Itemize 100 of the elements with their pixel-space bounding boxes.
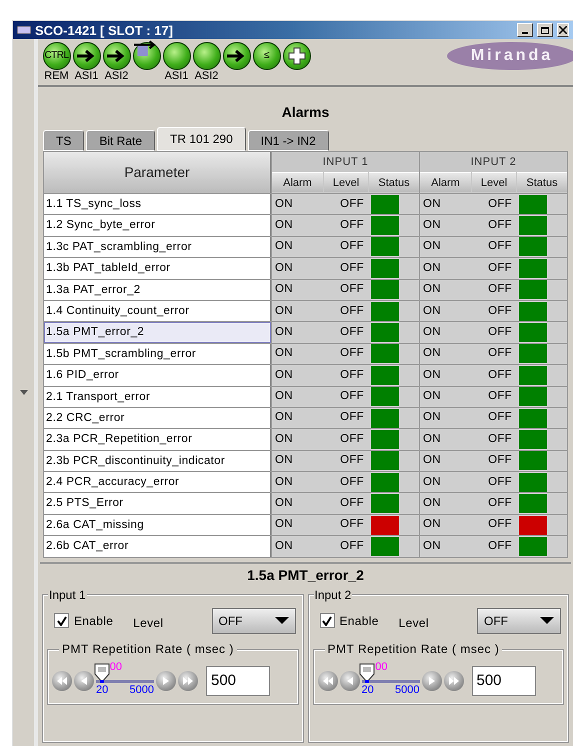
alarm-cell-text: ON (422, 196, 442, 212)
column-header[interactable]: Status (369, 172, 419, 192)
parameter-cell[interactable]: 2.3b PCR_discontinuity_indicator (44, 450, 271, 472)
alarm-cell-text: ON (422, 324, 442, 340)
indicator-label: REM (44, 70, 69, 82)
level-cell-text: OFF (339, 346, 365, 362)
alarm-cell-text: ON (422, 538, 442, 554)
tab[interactable]: TS (43, 130, 84, 151)
level-label: Level (398, 614, 429, 632)
parameter-cell[interactable]: 1.3b PAT_tableId_error (44, 258, 271, 279)
back-icon (346, 676, 352, 685)
alarm-cell-text: ON (422, 368, 442, 383)
level-cell-text: OFF (487, 432, 513, 447)
group-header: INPUT 1 (322, 155, 370, 170)
slider-thumb[interactable] (359, 662, 376, 683)
column-header[interactable]: Level (324, 172, 368, 192)
rate-input-field[interactable]: 500 (472, 666, 536, 696)
window-title: SCO-1421 [ SLOT : 17] (35, 24, 174, 36)
indicator-light[interactable]: ≤ (252, 42, 280, 70)
minimize-button[interactable] (517, 23, 533, 37)
rate-input-field[interactable]: 500 (206, 666, 270, 696)
column-header[interactable]: Status (517, 172, 567, 192)
tab[interactable]: Bit Rate (86, 130, 156, 151)
parameter-cell[interactable]: 2.4 PCR_accuracy_error (44, 472, 271, 492)
tab[interactable]: TR 101 290 (157, 127, 246, 151)
parameter-cell[interactable]: 2.6b CAT_error (44, 536, 271, 557)
parameter-cell[interactable]: 2.3a PCR_Repetition_error (44, 429, 271, 450)
alarm-cell-text: ON (422, 346, 442, 362)
alarm-cell-text: ON (274, 346, 294, 362)
level-cell-text: OFF (339, 496, 365, 512)
rewind-button[interactable] (52, 670, 72, 691)
forward-icon (428, 676, 434, 685)
parameter-cell[interactable]: 1.3c PAT_scrambling_error (44, 236, 271, 258)
level-cell-text: OFF (339, 260, 365, 276)
checkbox-label: Enable (340, 612, 379, 630)
level-cell-text: OFF (339, 410, 365, 426)
fast-forward-icon (448, 676, 458, 685)
parameter-cell[interactable]: 1.5b PMT_scrambling_error (44, 344, 271, 364)
alarm-cell-text: ON (274, 260, 294, 276)
rewind-button[interactable] (318, 670, 338, 691)
checkbox[interactable] (54, 613, 69, 628)
level-cell-text: OFF (339, 368, 365, 383)
alarm-cell-text: ON (422, 218, 442, 233)
level-cell-text: OFF (487, 260, 513, 276)
level-cell-text: OFF (339, 324, 365, 340)
alarm-cell-text: ON (422, 432, 442, 447)
maximize-button[interactable] (537, 23, 553, 37)
alarm-cell-text: ON (274, 218, 294, 233)
level-cell-text: OFF (487, 453, 513, 468)
fast-forward-icon (183, 676, 193, 685)
check-icon (56, 616, 66, 626)
alarm-cell-text: ON (274, 432, 294, 447)
column-header[interactable]: Parameter (44, 152, 271, 193)
indicator-label: ASI1 (74, 70, 98, 82)
slider-max-label: 5000 (395, 684, 420, 696)
fast-forward-button[interactable] (444, 670, 464, 691)
parameter-cell[interactable]: 1.1 TS_sync_loss (44, 194, 271, 214)
level-cell-text: OFF (339, 239, 365, 254)
alarm-cell-text: ON (422, 496, 442, 512)
parameter-cell[interactable]: 1.3a PAT_error_2 (44, 280, 271, 300)
alarm-cell-text: ON (274, 368, 294, 383)
parameter-cell[interactable]: 1.5a PMT_error_2 (44, 322, 271, 343)
level-cell-text: OFF (339, 538, 365, 554)
checkbox[interactable] (320, 613, 334, 628)
column-header[interactable]: Level (472, 172, 516, 192)
rewind-icon (322, 676, 332, 685)
slider-min-label: 20 (362, 684, 374, 696)
alarm-cell-text: ON (274, 282, 294, 298)
parameter-cell[interactable]: 1.6 PID_error (44, 365, 271, 386)
tab[interactable]: IN1 -> IN2 (248, 130, 329, 151)
alarm-cell-text: ON (422, 453, 442, 468)
level-cell-text: OFF (487, 474, 513, 490)
level-cell-text: OFF (487, 282, 513, 298)
alarm-cell-text: ON (422, 410, 442, 426)
alarm-cell-text: ON (274, 474, 294, 490)
close-button[interactable] (557, 23, 569, 37)
alarm-cell-text: ON (422, 260, 442, 276)
level-cell-text: OFF (339, 218, 365, 233)
parameter-cell[interactable]: 1.4 Continuity_count_error (44, 300, 271, 322)
forward-button[interactable] (422, 670, 442, 691)
parameter-cell[interactable]: 2.2 CRC_error (44, 408, 271, 428)
level-dropdown[interactable]: OFF (212, 608, 296, 634)
parameter-cell[interactable]: 2.6a CAT_missing (44, 514, 271, 536)
column-header[interactable]: Alarm (420, 172, 471, 192)
parameter-cell[interactable]: 2.5 PTS_Error (44, 493, 271, 514)
slider-thumb[interactable] (94, 662, 110, 683)
alarm-cell-text: ON (274, 496, 294, 512)
expand-arrow-icon (20, 390, 28, 395)
alarm-cell-text: ON (422, 474, 442, 490)
fast-forward-button[interactable] (178, 670, 198, 691)
column-header[interactable]: Alarm (272, 172, 323, 192)
parameter-cell[interactable]: 1.2 Sync_byte_error (44, 215, 271, 236)
forward-button[interactable] (156, 670, 176, 691)
level-cell-text: OFF (339, 517, 365, 532)
level-dropdown[interactable]: OFF (477, 608, 561, 634)
indicator-light[interactable]: CTRL (42, 42, 70, 70)
parameter-cell[interactable]: 2.1 Transport_error (44, 386, 271, 407)
alarm-cell-text: ON (274, 239, 294, 254)
level-cell-text: OFF (339, 196, 365, 212)
level-label: Level (133, 614, 164, 632)
